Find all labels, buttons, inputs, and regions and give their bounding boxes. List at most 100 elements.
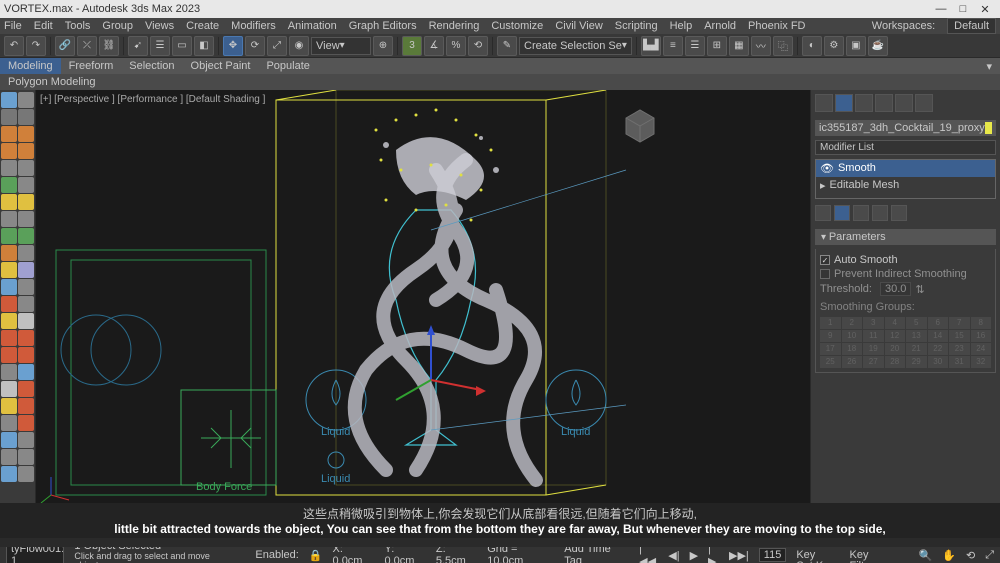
tool-icon[interactable] [18,262,34,278]
render-frame-button[interactable]: ▣ [846,36,866,56]
tool-icon[interactable] [18,398,34,414]
tool-icon[interactable] [1,449,17,465]
tab-hierarchy[interactable] [855,94,873,112]
show-end-result-button[interactable] [834,205,850,221]
refcoord-dropdown[interactable]: View ▾ [311,37,371,55]
snap-toggle-button[interactable]: 3 [402,36,422,56]
sg-button[interactable]: 13 [906,330,927,342]
sg-button[interactable]: 28 [885,356,906,368]
bind-button[interactable]: ⛓ [99,36,119,56]
tool-icon[interactable] [18,143,34,159]
menu-views[interactable]: Views [145,20,174,32]
ribbon-tab-freeform[interactable]: Freeform [61,58,122,74]
sg-button[interactable]: 16 [971,330,992,342]
ribbon-tab-populate[interactable]: Populate [258,58,317,74]
sg-button[interactable]: 17 [820,343,841,355]
time-slider[interactable] [0,538,1000,547]
undo-button[interactable]: ↶ [4,36,24,56]
tool-icon[interactable] [1,177,17,193]
tool-icon[interactable] [1,109,17,125]
polygon-modeling-label[interactable]: Polygon Modeling [8,76,95,88]
curve-editor-button[interactable]: 〰 [751,36,771,56]
maximize-button[interactable]: □ [952,3,974,15]
sg-button[interactable]: 9 [820,330,841,342]
tool-icon[interactable] [1,211,17,227]
tool-icon[interactable] [1,381,17,397]
tab-modify[interactable] [835,94,853,112]
tool-icon[interactable] [18,279,34,295]
workspace-dropdown[interactable]: Default [947,18,996,34]
move-button[interactable]: ✥ [223,36,243,56]
menu-graph-editors[interactable]: Graph Editors [349,20,417,32]
scene-explorer-button[interactable]: ⊞ [707,36,727,56]
tool-icon[interactable] [18,313,34,329]
tool-icon[interactable] [18,347,34,363]
tool-icon[interactable] [18,160,34,176]
tool-icon[interactable] [18,364,34,380]
auto-smooth-checkbox[interactable] [820,255,830,265]
key-filters-button[interactable]: Key Filters... [849,550,908,563]
modifier-editable-mesh[interactable]: ▸ Editable Mesh [816,177,995,194]
sg-button[interactable]: 23 [949,343,970,355]
material-editor-button[interactable]: ◐ [802,36,822,56]
menu-tools[interactable]: Tools [65,20,91,32]
spinner-arrows-icon[interactable]: ⇅ [915,283,924,296]
angle-snap-button[interactable]: ∡ [424,36,444,56]
tool-icon[interactable] [1,364,17,380]
nav-max-button[interactable]: ⤢ [985,549,994,562]
tool-icon[interactable] [18,296,34,312]
make-unique-button[interactable] [853,205,869,221]
tool-icon[interactable] [1,126,17,142]
tool-icon[interactable] [1,194,17,210]
lock-icon[interactable]: 🔒 [309,549,323,562]
render-button[interactable]: ☕ [868,36,888,56]
layer-button[interactable]: ☰ [685,36,705,56]
tool-icon[interactable] [18,381,34,397]
sg-button[interactable]: 4 [885,317,906,329]
ribbon-tab-modeling[interactable]: Modeling [0,58,61,74]
menu-arnold[interactable]: Arnold [704,20,736,32]
spinner-snap-button[interactable]: ⟲ [468,36,488,56]
close-button[interactable]: ✕ [974,3,996,16]
sg-button[interactable]: 11 [863,330,884,342]
selset-dropdown[interactable]: Create Selection Se ▾ [519,37,632,55]
frame-field[interactable]: 115 [759,548,787,562]
tool-icon[interactable] [1,245,17,261]
sg-button[interactable]: 27 [863,356,884,368]
sg-button[interactable]: 10 [842,330,863,342]
sg-button[interactable]: 8 [971,317,992,329]
tool-icon[interactable] [1,415,17,431]
menu-phoenix[interactable]: Phoenix FD [748,20,805,32]
menu-file[interactable]: File [4,20,22,32]
tool-icon[interactable] [18,211,34,227]
pivot-button[interactable]: ⊕ [373,36,393,56]
nav-orbit-button[interactable]: ⟲ [966,549,975,562]
redo-button[interactable]: ↷ [26,36,46,56]
menu-create[interactable]: Create [186,20,219,32]
sg-button[interactable]: 19 [863,343,884,355]
object-color-swatch[interactable] [985,122,992,134]
tool-icon[interactable] [18,194,34,210]
remove-modifier-button[interactable] [872,205,888,221]
select-region-button[interactable]: ▭ [172,36,192,56]
tool-icon[interactable] [18,177,34,193]
tool-icon[interactable] [1,143,17,159]
menu-modifiers[interactable]: Modifiers [231,20,276,32]
tool-icon[interactable] [18,330,34,346]
object-name-field[interactable]: ic355187_3dh_Cocktail_19_proxy [815,120,996,136]
tool-icon[interactable] [1,296,17,312]
minimize-button[interactable]: — [930,3,952,15]
select-button[interactable]: ➹ [128,36,148,56]
window-crossing-button[interactable]: ◧ [194,36,214,56]
align-button[interactable]: ≡ [663,36,683,56]
tool-icon[interactable] [18,228,34,244]
menu-rendering[interactable]: Rendering [429,20,480,32]
sg-button[interactable]: 5 [906,317,927,329]
select-name-button[interactable]: ☰ [150,36,170,56]
sg-button[interactable]: 6 [928,317,949,329]
tool-icon[interactable] [18,245,34,261]
tool-icon[interactable] [18,415,34,431]
menu-animation[interactable]: Animation [288,20,337,32]
play-end-button[interactable]: ▶▶| [729,549,749,562]
tool-icon[interactable] [1,279,17,295]
